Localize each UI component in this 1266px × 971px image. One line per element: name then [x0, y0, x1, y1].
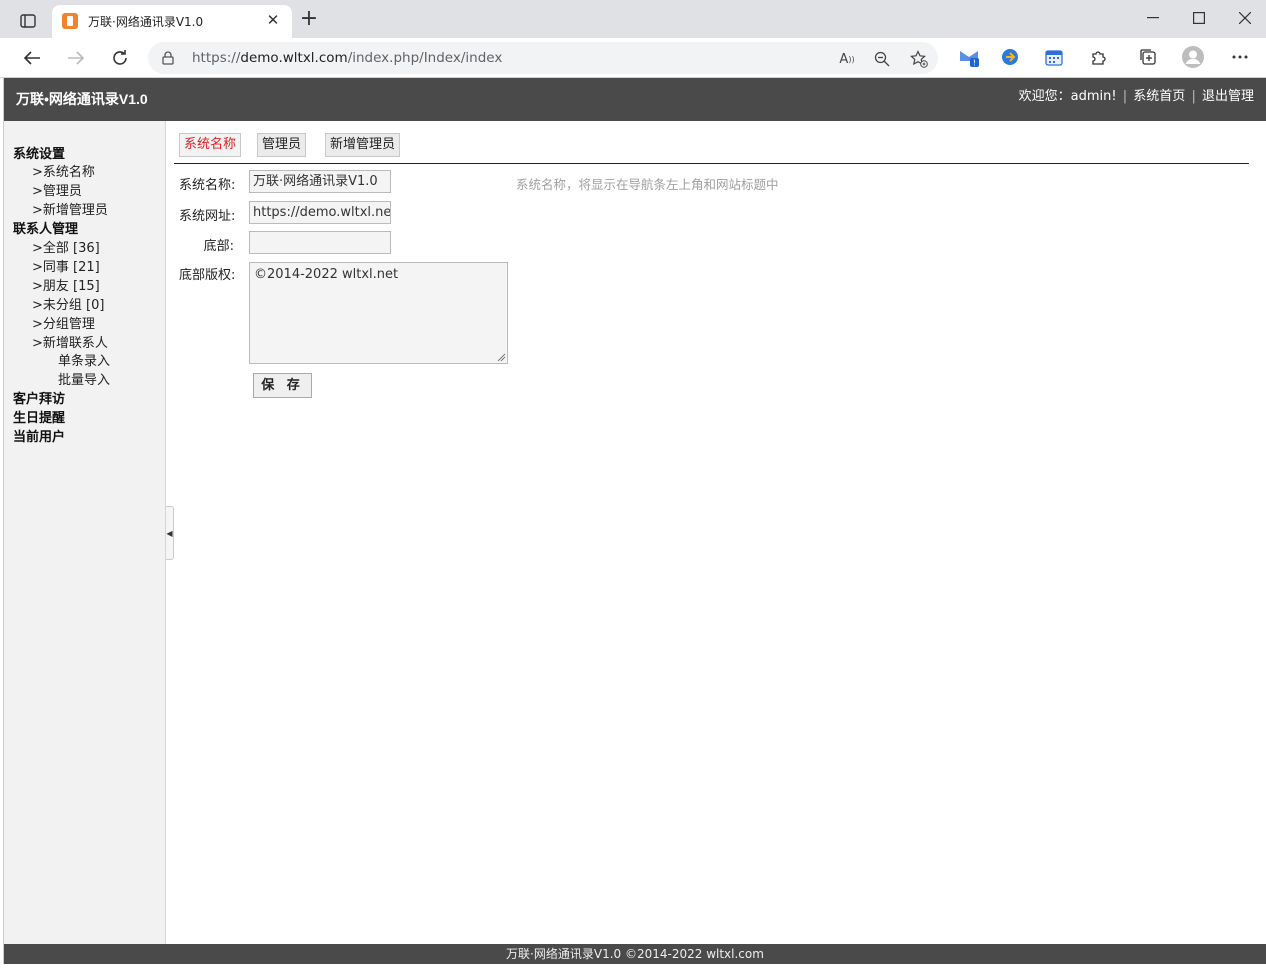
sidebar-subitem-single-entry[interactable]: 单条录入	[58, 350, 110, 369]
save-button[interactable]: 保 存	[253, 373, 312, 398]
tab-divider	[174, 163, 1249, 164]
extension-mail-icon[interactable]: !	[958, 46, 980, 68]
tab-add-admin[interactable]: 新增管理员	[325, 133, 401, 157]
plus-icon[interactable]: +	[298, 8, 320, 30]
sidebar-item-admins[interactable]: >管理员	[32, 180, 82, 199]
site-title: 万联•网络通讯录V1.0	[16, 91, 148, 107]
separator: |	[1122, 89, 1128, 104]
header-user-menu: 欢迎您：admin! | 系统首页 | 退出管理	[1019, 85, 1254, 104]
logout-link[interactable]: 退出管理	[1202, 89, 1254, 104]
site-header: 万联•网络通讯录V1.0 欢迎您：admin! | 系统首页 | 退出管理	[4, 78, 1266, 121]
sidebar-group-system-settings[interactable]: 系统设置	[13, 143, 65, 162]
svg-text:!: !	[973, 59, 976, 68]
copyright-value: ©2014-2022 wltxl.net	[254, 267, 399, 282]
separator: |	[1191, 89, 1196, 104]
profile-avatar-icon[interactable]	[1182, 46, 1204, 68]
main-content: 系统名称 管理员 新增管理员 系统名称: 万联·网络通讯录V1.0 系统名称，将…	[166, 121, 1266, 944]
site-favicon-icon	[62, 13, 78, 29]
system-name-input[interactable]: 万联·网络通讯录V1.0	[249, 170, 391, 193]
sidebar-item-friends[interactable]: >朋友 [15]	[32, 275, 100, 294]
system-url-label: 系统网址:	[179, 209, 236, 224]
extensions-puzzle-icon[interactable]	[1088, 46, 1110, 68]
tab-admins[interactable]: 管理员	[257, 133, 307, 157]
tab-system-name[interactable]: 系统名称	[179, 133, 242, 157]
zoom-out-icon[interactable]	[873, 50, 891, 68]
sidebar-item-add-contact[interactable]: >新增联系人	[32, 332, 108, 351]
sidebar-subitem-batch-import[interactable]: 批量导入	[58, 369, 110, 388]
copyright-textarea[interactable]: ©2014-2022 wltxl.net	[249, 262, 508, 364]
sidebar-item-system-name[interactable]: >系统名称	[32, 161, 95, 180]
url-text[interactable]: https://demo.wltxl.com/index.php/Index/i…	[192, 50, 502, 66]
sidebar-item-colleagues[interactable]: >同事 [21]	[32, 256, 100, 275]
minimize-icon[interactable]	[1130, 4, 1176, 32]
browser-tab[interactable]: 万联·网络通讯录V1.0 ✕	[52, 5, 292, 38]
footer-input[interactable]	[249, 231, 391, 254]
footer-label: 底部:	[203, 239, 234, 254]
sidebar-group-contacts[interactable]: 联系人管理	[13, 218, 78, 237]
read-aloud-icon[interactable]: A))	[838, 50, 856, 68]
extension-calendar-icon[interactable]	[1043, 46, 1065, 68]
sidebar: 系统设置 >系统名称 >管理员 >新增管理员 联系人管理 >全部 [36] >同…	[4, 121, 174, 944]
back-icon[interactable]	[18, 44, 46, 72]
sidebar-item-all[interactable]: >全部 [36]	[32, 237, 100, 256]
resize-grip-icon[interactable]	[497, 353, 506, 362]
browser-tab-bar: 万联·网络通讯录V1.0 ✕ +	[0, 0, 1266, 38]
welcome-text: 欢迎您：admin!	[1018, 89, 1117, 104]
url-prefix: https://	[192, 50, 241, 66]
refresh-icon[interactable]	[106, 44, 134, 72]
system-name-label: 系统名称:	[179, 178, 236, 193]
lock-icon[interactable]	[162, 51, 174, 69]
system-url-input[interactable]: https://demo.wltxl.net	[249, 201, 391, 224]
url-path: /index.php/Index/index	[347, 50, 503, 66]
sidebar-group-customer-visits[interactable]: 客户拜访	[13, 388, 65, 407]
close-icon[interactable]: ✕	[264, 11, 282, 29]
sidebar-item-add-admin[interactable]: >新增管理员	[32, 199, 108, 218]
forward-icon	[62, 44, 90, 72]
home-link[interactable]: 系统首页	[1133, 89, 1185, 104]
sidebar-item-group-manage[interactable]: >分组管理	[32, 313, 95, 332]
more-icon[interactable]	[1229, 46, 1251, 68]
copyright-label: 底部版权:	[179, 268, 236, 283]
window-close-icon[interactable]	[1222, 4, 1266, 32]
bottom-strip	[0, 964, 1266, 971]
sidebar-item-ungrouped[interactable]: >未分组 [0]	[32, 294, 104, 313]
sidebar-group-current-user[interactable]: 当前用户	[13, 426, 65, 445]
browser-toolbar: https://demo.wltxl.com/index.php/Index/i…	[0, 38, 1266, 78]
favorite-add-icon[interactable]	[910, 50, 928, 68]
system-name-hint: 系统名称，将显示在导航条左上角和网站标题中	[516, 177, 779, 192]
extension-arrow-icon[interactable]	[999, 46, 1021, 68]
address-bar[interactable]: https://demo.wltxl.com/index.php/Index/i…	[148, 42, 938, 74]
tab-actions-icon[interactable]	[14, 10, 42, 32]
collections-icon[interactable]	[1137, 46, 1159, 68]
maximize-icon[interactable]	[1176, 4, 1222, 32]
sidebar-group-birthday-reminders[interactable]: 生日提醒	[13, 407, 65, 426]
tab-title: 万联·网络通讯录V1.0	[88, 15, 204, 29]
site-footer: 万联·网络通讯录V1.0 ©2014-2022 wltxl.com	[4, 944, 1266, 964]
url-host: demo.wltxl.com	[240, 50, 348, 66]
